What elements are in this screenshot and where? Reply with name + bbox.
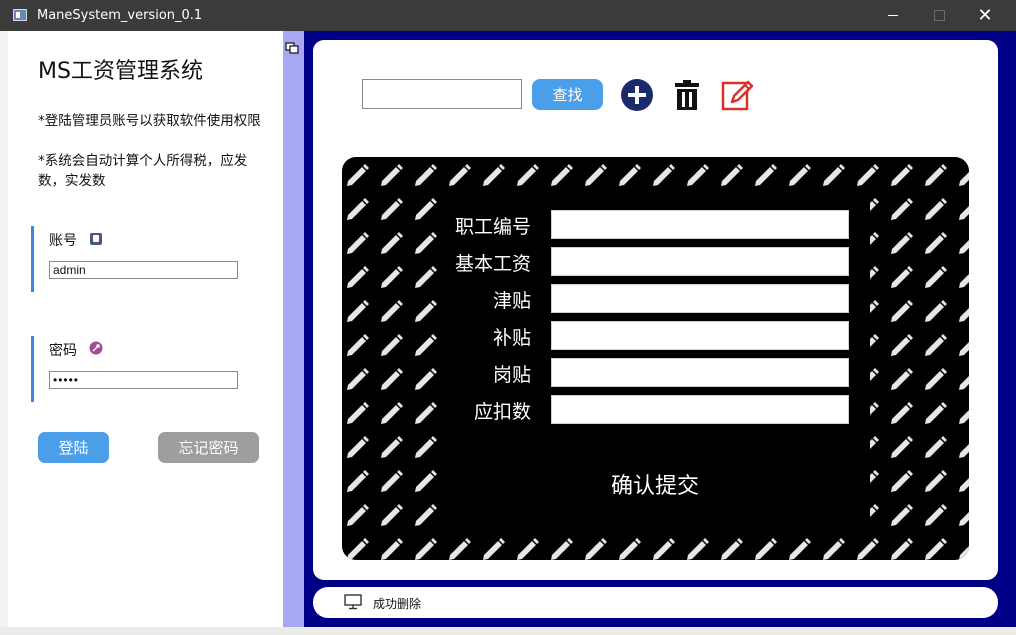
password-input[interactable]: •••••	[49, 371, 238, 389]
window-title: ManeSystem_version_0.1	[37, 8, 203, 23]
employee-id-input[interactable]	[551, 210, 849, 239]
search-input[interactable]	[362, 79, 522, 109]
windows-icon	[285, 42, 299, 54]
edit-icon[interactable]	[720, 78, 754, 112]
window-bottom-edge	[0, 627, 1016, 635]
app-icon	[13, 9, 27, 21]
login-note-2: *系统会自动计算个人所得税，应发数，实发数	[38, 153, 248, 189]
maximize-button[interactable]	[916, 0, 962, 31]
post-allowance-input[interactable]	[551, 358, 849, 387]
post-allowance-label: 岗贴	[492, 364, 531, 386]
subsidy-label: 补贴	[492, 327, 531, 349]
close-icon: ✕	[977, 5, 993, 26]
forgot-password-button[interactable]: 忘记密码	[158, 432, 259, 463]
account-field-block: 账号	[31, 226, 274, 292]
add-icon[interactable]	[620, 78, 654, 112]
minimize-icon	[888, 15, 898, 16]
login-button[interactable]: 登陆	[38, 432, 109, 463]
deduction-input[interactable]	[551, 395, 849, 424]
panel-splitter[interactable]	[283, 31, 304, 627]
app-heading: MS工资管理系统	[38, 59, 203, 84]
base-salary-input[interactable]	[551, 247, 849, 276]
submit-button[interactable]: 确认提交	[570, 468, 740, 500]
deduction-label: 应扣数	[473, 401, 531, 423]
login-panel: MS工资管理系统 *登陆管理员账号以获取软件使用权限 *系统会自动计算个人所得税…	[8, 31, 283, 627]
id-card-icon	[90, 233, 102, 245]
key-icon	[89, 341, 103, 355]
password-label: 密码	[49, 343, 77, 359]
close-button[interactable]: ✕	[962, 0, 1008, 31]
subsidy-input[interactable]	[551, 321, 849, 350]
account-input[interactable]	[49, 261, 238, 279]
password-field-block: 密码 •••••	[31, 336, 274, 402]
status-message: 成功删除	[373, 597, 422, 611]
allowance-input[interactable]	[551, 284, 849, 313]
trash-icon[interactable]	[670, 78, 704, 112]
search-button[interactable]: 查找	[532, 79, 603, 110]
allowance-label: 津贴	[492, 290, 531, 312]
account-label: 账号	[49, 233, 77, 249]
login-note-1: *登陆管理员账号以获取软件使用权限	[38, 113, 261, 129]
title-bar: ManeSystem_version_0.1 ✕	[0, 0, 1016, 31]
minimize-button[interactable]	[870, 0, 916, 31]
maximize-icon	[933, 10, 945, 21]
monitor-icon	[344, 594, 362, 610]
window-edge	[0, 31, 8, 635]
base-salary-label: 基本工资	[454, 253, 531, 275]
employee-id-label: 职工编号	[454, 216, 531, 238]
